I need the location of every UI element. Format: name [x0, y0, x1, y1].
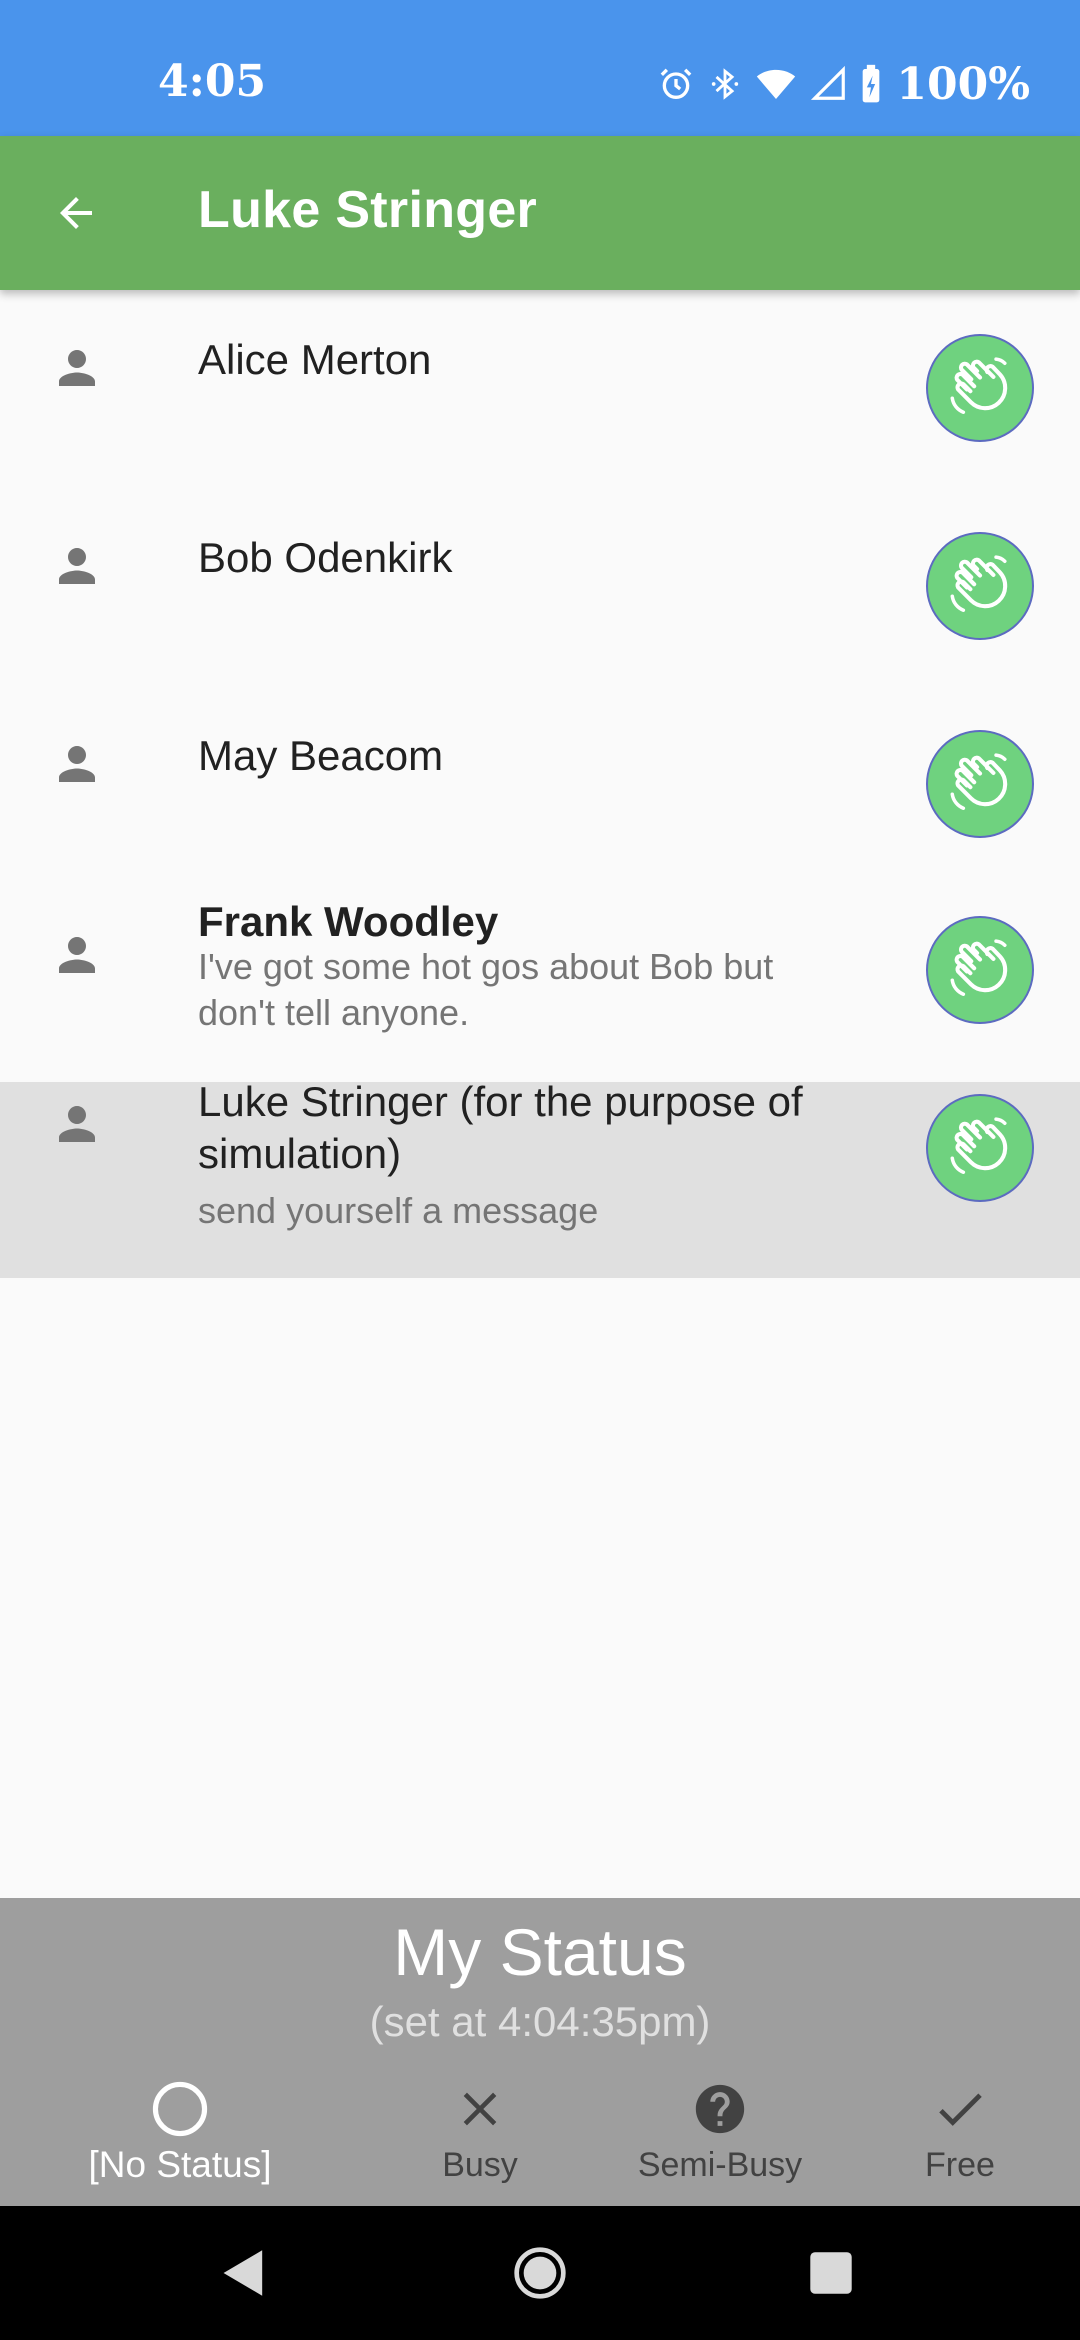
status-selector: [No Status] Busy Semi-Busy Free — [0, 2054, 1080, 2206]
contact-name: May Beacom — [198, 732, 444, 779]
status-option-free[interactable]: Free — [825, 2054, 1080, 2206]
contact-row-selected[interactable]: Luke Stringer (for the purpose of simula… — [0, 1078, 1080, 1278]
last-message: I've got some hot gos about Bob but don'… — [198, 946, 774, 1033]
my-status-panel: My Status (set at 4:04:35pm) — [0, 1898, 1080, 2054]
person-icon — [59, 548, 95, 584]
page-title: Luke Stringer — [198, 181, 538, 239]
person-icon — [59, 746, 95, 782]
contact-row[interactable]: Alice Merton — [0, 290, 1080, 488]
contact-row[interactable]: May Beacom — [0, 686, 1080, 884]
arrow-back-icon — [60, 197, 92, 229]
back-button[interactable] — [44, 181, 108, 245]
contact-name: Luke Stringer (for the purpose of simula… — [198, 1078, 803, 1177]
contact-name: Frank Woodley — [198, 898, 499, 945]
person-icon — [59, 937, 95, 973]
contact-row[interactable]: Frank Woodley I've got some hot gos abou… — [0, 884, 1080, 1072]
my-status-title: My Status — [393, 1915, 687, 1989]
status-option-label: [No Status] — [88, 2144, 272, 2185]
bluetooth-icon — [712, 68, 739, 100]
square-recents-icon — [810, 2252, 852, 2294]
contact-row[interactable]: Bob Odenkirk — [0, 488, 1080, 686]
status-option-label: Busy — [442, 2146, 518, 2184]
wave-button[interactable] — [926, 730, 1034, 838]
status-bar: 4:05 100% — [0, 0, 1080, 136]
status-icons: 100% — [656, 52, 1030, 116]
last-message: send yourself a message — [198, 1190, 599, 1231]
wave-hand-icon — [950, 555, 1008, 612]
nav-home-button[interactable] — [507, 2240, 573, 2306]
wave-hand-icon — [950, 753, 1008, 810]
help-circle-icon — [695, 2084, 745, 2134]
wave-hand-icon — [950, 939, 1008, 996]
wave-button[interactable] — [926, 916, 1034, 1024]
my-status-timestamp: (set at 4:04:35pm) — [369, 1998, 711, 2045]
wave-button[interactable] — [926, 1094, 1034, 1202]
wave-button[interactable] — [926, 334, 1034, 442]
nav-back-button[interactable] — [211, 2240, 277, 2306]
close-icon — [463, 2092, 497, 2126]
contact-name: Alice Merton — [198, 336, 432, 383]
alarm-icon — [660, 68, 692, 100]
wave-hand-icon — [950, 1117, 1008, 1174]
status-option-no-status[interactable]: [No Status] — [45, 2054, 315, 2206]
battery-icon — [863, 64, 880, 103]
circle-outline-icon — [152, 2081, 208, 2137]
status-option-semi-busy[interactable]: Semi-Busy — [585, 2054, 855, 2206]
wifi-icon — [757, 69, 796, 99]
wave-button[interactable] — [926, 532, 1034, 640]
status-option-label: Free — [925, 2146, 995, 2184]
contact-name: Bob Odenkirk — [198, 534, 453, 581]
nav-recents-button[interactable] — [798, 2240, 864, 2306]
check-icon — [939, 2093, 982, 2126]
home-circle-icon — [514, 2247, 566, 2299]
triangle-back-icon — [223, 2250, 263, 2296]
person-icon — [59, 350, 95, 386]
app-bar: Luke Stringer — [0, 136, 1080, 290]
person-icon — [59, 1106, 95, 1142]
signal-icon — [811, 65, 846, 100]
wave-hand-icon — [950, 357, 1008, 414]
battery-level: 100% — [896, 58, 1030, 110]
status-option-label: Semi-Busy — [637, 2146, 803, 2184]
system-nav-bar — [0, 2206, 1080, 2340]
clock: 4:05 — [158, 56, 267, 107]
status-option-busy[interactable]: Busy — [345, 2054, 615, 2206]
